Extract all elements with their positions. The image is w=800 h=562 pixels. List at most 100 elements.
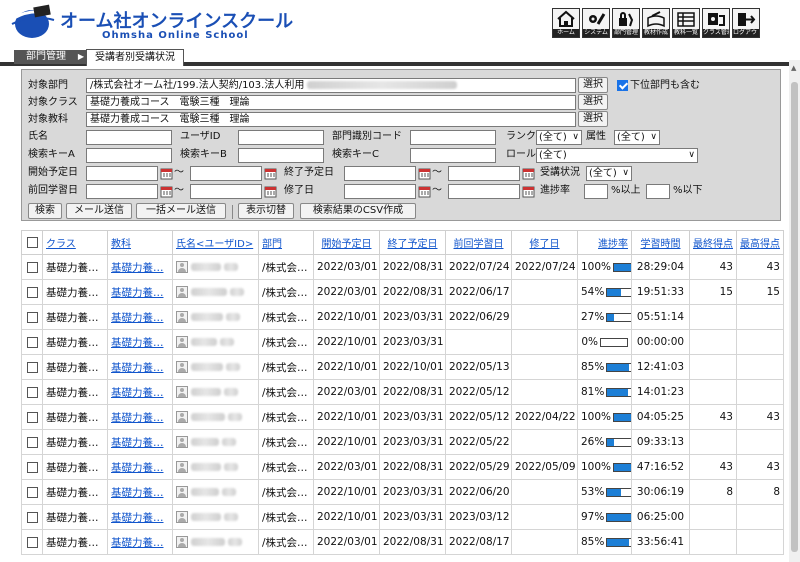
search-button[interactable]: 検索 xyxy=(28,203,62,219)
export-csv-button[interactable]: 検索結果のCSV作成 xyxy=(300,203,416,219)
subject-field[interactable]: 基礎力養成コース 電験三種 理論 xyxy=(86,112,576,127)
col-class[interactable]: クラス xyxy=(42,230,108,255)
row-checkbox[interactable] xyxy=(26,511,38,523)
subject-link[interactable]: 基礎力養… xyxy=(107,329,173,355)
deptcode-input[interactable] xyxy=(410,130,496,145)
subject-link[interactable]: 基礎力養… xyxy=(107,354,173,380)
col-done[interactable]: 修了日 xyxy=(511,230,578,255)
row-checkbox[interactable] xyxy=(26,436,38,448)
toolbar-logout-button[interactable]: ログアウト xyxy=(732,8,760,38)
col-time[interactable]: 学習時間 xyxy=(631,230,690,255)
calendar-icon[interactable] xyxy=(160,167,173,180)
name-cell[interactable] xyxy=(172,404,259,430)
row-checkbox[interactable] xyxy=(26,386,38,398)
start-date-to[interactable] xyxy=(190,166,262,181)
subject-select-button[interactable]: 選択 xyxy=(578,111,608,127)
key-a-input[interactable] xyxy=(86,148,172,163)
row-select-cell[interactable] xyxy=(21,254,43,280)
row-select-cell[interactable] xyxy=(21,404,43,430)
table-row[interactable]: 基礎力養… 基礎力養…/株式会… 2022/03/01 2022/08/31 2022/… xyxy=(21,379,784,405)
name-cell[interactable] xyxy=(172,279,259,305)
name-cell[interactable] xyxy=(172,504,259,530)
subject-link[interactable]: 基礎力養… xyxy=(107,404,173,430)
row-checkbox[interactable] xyxy=(26,486,38,498)
done-date-from[interactable] xyxy=(344,184,416,199)
col-name[interactable]: 氏名<ユーザID> xyxy=(172,230,259,255)
done-date-to[interactable] xyxy=(448,184,520,199)
scrollbar-thumb[interactable] xyxy=(791,82,798,552)
name-cell[interactable] xyxy=(172,479,259,505)
toolbar-home-button[interactable]: ホーム xyxy=(552,8,580,38)
subject-link[interactable]: 基礎力養… xyxy=(107,279,173,305)
table-row[interactable]: 基礎力養… 基礎力養…/株式会… 2022/03/01 2022/08/31 2022/… xyxy=(21,454,784,480)
col-final-score[interactable]: 最終得点 xyxy=(689,230,737,255)
name-cell[interactable] xyxy=(172,354,259,380)
subject-link[interactable]: 基礎力養… xyxy=(107,504,173,530)
row-select-cell[interactable] xyxy=(21,279,43,305)
row-select-cell[interactable] xyxy=(21,529,43,555)
name-cell[interactable] xyxy=(172,254,259,280)
dept-field[interactable]: /株式会社オーム社/199.法人契約/103.法人利用 xyxy=(86,78,576,93)
send-mail-button[interactable]: メール送信 xyxy=(66,203,132,219)
role-select[interactable]: (全て) xyxy=(536,148,698,163)
name-cell[interactable] xyxy=(172,529,259,555)
table-row[interactable]: 基礎力養… 基礎力養…/株式会… 2022/03/01 2022/08/31 2022/… xyxy=(21,529,784,555)
subject-link[interactable]: 基礎力養… xyxy=(107,429,173,455)
table-row[interactable]: 基礎力養… 基礎力養…/株式会… 2022/10/01 2023/03/31 2022/… xyxy=(21,404,784,430)
calendar-icon[interactable] xyxy=(418,167,431,180)
col-progress[interactable]: 進捗率 xyxy=(577,230,632,255)
subject-link[interactable]: 基礎力養… xyxy=(107,529,173,555)
select-all-checkbox[interactable] xyxy=(26,236,38,248)
tab-learner-status[interactable]: 受講者別受講状況 xyxy=(86,49,184,66)
scroll-up-icon[interactable]: ▲ xyxy=(791,64,796,72)
last-study-to[interactable] xyxy=(190,184,262,199)
name-cell[interactable] xyxy=(172,379,259,405)
table-row[interactable]: 基礎力養… 基礎力養…/株式会… 2022/03/01 2022/08/31 2022/… xyxy=(21,254,784,280)
toolbar-material-create-button[interactable]: 教材作成 xyxy=(642,8,670,38)
table-row[interactable]: 基礎力養… 基礎力養… /株式会… 2022/10/01 2023/03/31 2023/… xyxy=(21,504,784,530)
name-cell[interactable] xyxy=(172,304,259,330)
row-checkbox[interactable] xyxy=(26,336,38,348)
row-select-cell[interactable] xyxy=(21,329,43,355)
row-select-cell[interactable] xyxy=(21,379,43,405)
table-row[interactable]: 基礎力養… 基礎力養… /株式会… 2022/10/01 2023/03/31 0% 00:… xyxy=(21,329,784,355)
subject-link[interactable]: 基礎力養… xyxy=(107,454,173,480)
row-select-cell[interactable] xyxy=(21,354,43,380)
toolbar-subject-list-button[interactable]: 教科一覧 xyxy=(672,8,700,38)
toolbar-system-button[interactable]: システム xyxy=(582,8,610,38)
table-row[interactable]: 基礎力養… 基礎力養…/株式会… 2022/03/01 2022/08/31 2022/… xyxy=(21,279,784,305)
name-input[interactable] xyxy=(86,130,172,145)
select-all-header[interactable] xyxy=(21,230,43,255)
toggle-view-button[interactable]: 表示切替 xyxy=(238,203,294,219)
toolbar-class-manage-button[interactable]: クラス管理 xyxy=(702,8,730,38)
col-last[interactable]: 前回学習日 xyxy=(445,230,512,255)
end-date-from[interactable] xyxy=(344,166,416,181)
progress-max-input[interactable] xyxy=(646,184,670,199)
calendar-icon[interactable] xyxy=(264,185,277,198)
subject-link[interactable]: 基礎力養… xyxy=(107,479,173,505)
name-cell[interactable] xyxy=(172,454,259,480)
name-cell[interactable] xyxy=(172,429,259,455)
name-cell[interactable] xyxy=(172,329,259,355)
breadcrumb-department[interactable]: 部門管理 ▶ xyxy=(14,50,88,64)
row-checkbox[interactable] xyxy=(26,411,38,423)
progress-min-input[interactable] xyxy=(584,184,608,199)
userid-input[interactable] xyxy=(238,130,324,145)
row-select-cell[interactable] xyxy=(21,429,43,455)
row-checkbox[interactable] xyxy=(26,461,38,473)
row-select-cell[interactable] xyxy=(21,504,43,530)
toolbar-department-button[interactable]: 部門管理 xyxy=(612,8,640,38)
rank-select[interactable]: (全て) xyxy=(536,130,582,145)
row-checkbox[interactable] xyxy=(26,311,38,323)
row-checkbox[interactable] xyxy=(26,286,38,298)
class-field[interactable]: 基礎力養成コース 電験三種 理論 xyxy=(86,95,576,110)
row-select-cell[interactable] xyxy=(21,479,43,505)
col-dept[interactable]: 部門 xyxy=(258,230,314,255)
start-date-from[interactable] xyxy=(86,166,158,181)
table-row[interactable]: 基礎力養… 基礎力養…/株式会… 2022/10/01 2023/03/31 2022/… xyxy=(21,304,784,330)
subject-link[interactable]: 基礎力養… xyxy=(107,379,173,405)
vertical-scrollbar[interactable]: ▲ xyxy=(789,60,800,562)
class-select-button[interactable]: 選択 xyxy=(578,94,608,110)
col-best-score[interactable]: 最高得点 xyxy=(736,230,784,255)
last-study-from[interactable] xyxy=(86,184,158,199)
